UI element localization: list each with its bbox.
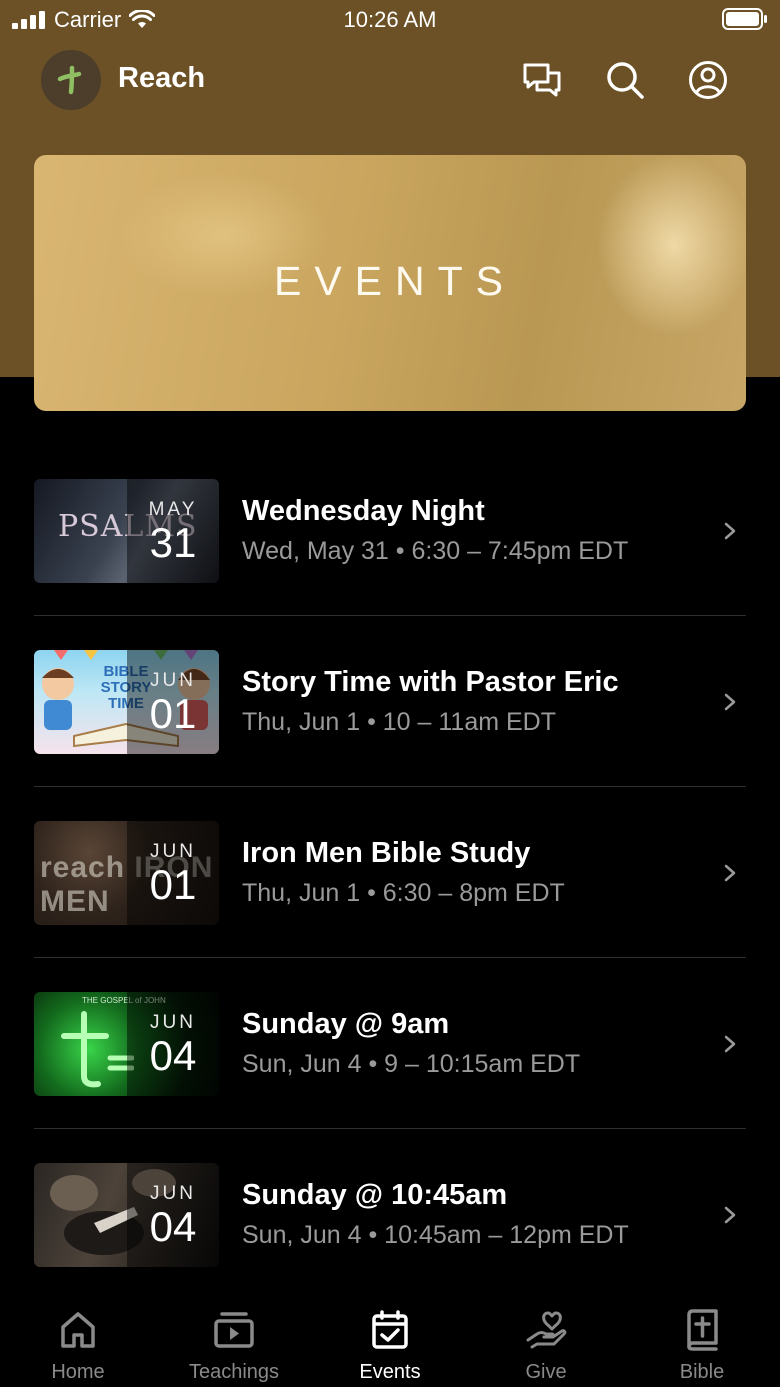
calendar-icon [368, 1308, 412, 1352]
play-icon [212, 1308, 256, 1352]
event-thumbnail: BIBLE STORY TIME JUN 01 [34, 650, 219, 754]
event-title: Iron Men Bible Study [242, 837, 531, 869]
home-icon [56, 1308, 100, 1352]
event-date-badge: JUN 01 [127, 650, 219, 754]
event-datetime: Wed, May 31 • 6:30 – 7:45pm EDT [242, 537, 629, 565]
account-icon[interactable] [686, 58, 730, 102]
event-day: 01 [149, 690, 197, 737]
event-row-sunday-1045am[interactable]: JUN 04 Sunday @ 10:45am Sun, Jun 4 • 10:… [34, 1129, 746, 1300]
banner-title: EVENTS [273, 258, 517, 304]
event-month: JUN [150, 670, 196, 691]
reach-logo[interactable] [41, 50, 101, 110]
bible-icon [680, 1308, 724, 1352]
event-month: MAY [148, 499, 198, 520]
tab-label: Home [51, 1361, 105, 1383]
event-title: Wednesday Night [242, 495, 485, 527]
tab-teachings[interactable]: Teachings [156, 1290, 312, 1387]
event-title: Sunday @ 9am [242, 1008, 450, 1040]
event-date-badge: JUN 04 [127, 992, 219, 1096]
battery-icon [722, 8, 768, 35]
chat-icon[interactable] [520, 58, 564, 102]
event-datetime: Thu, Jun 1 • 10 – 11am EDT [242, 708, 557, 736]
tab-events[interactable]: Events [312, 1290, 468, 1387]
chevron-right-icon [724, 1035, 736, 1053]
event-row-iron-men[interactable]: reach IRON MEN JUN 01 Iron Men Bible Stu… [34, 787, 746, 958]
event-thumbnail: reach IRON MEN JUN 01 [34, 821, 219, 925]
status-bar: Carrier 10:26 AM [0, 0, 780, 40]
chevron-right-icon [724, 693, 736, 711]
event-row-sunday-9am[interactable]: THE GOSPEL of JOHN JUN 04 Sunday @ 9am S… [34, 958, 746, 1129]
event-thumbnail: PSALMS MAY 31 [34, 479, 219, 583]
chevron-right-icon [724, 1206, 736, 1224]
event-day: 31 [149, 519, 197, 566]
give-icon [524, 1308, 568, 1352]
status-time: 10:26 AM [343, 7, 437, 32]
event-thumbnail: THE GOSPEL of JOHN JUN 04 [34, 992, 219, 1096]
event-day: 01 [149, 861, 197, 908]
tab-label: Events [359, 1361, 421, 1383]
event-datetime: Thu, Jun 1 • 6:30 – 8pm EDT [242, 879, 565, 907]
event-date-badge: JUN 04 [127, 1163, 219, 1267]
search-icon[interactable] [603, 58, 647, 102]
tab-bar: Home Teachings Events Give Bible [0, 1290, 780, 1387]
app-header: Reach [0, 48, 780, 112]
tab-home[interactable]: Home [0, 1290, 156, 1387]
event-month: JUN [150, 1183, 196, 1204]
chevron-right-icon [724, 522, 736, 540]
logo-icon [57, 65, 82, 95]
tab-label: Give [525, 1361, 567, 1383]
events-banner: EVENTS [34, 155, 746, 411]
event-date-badge: JUN 01 [127, 821, 219, 925]
event-day: 04 [149, 1203, 197, 1250]
event-month: JUN [150, 841, 196, 862]
chevron-right-icon [724, 864, 736, 882]
app-title: Reach [118, 62, 206, 94]
event-month: JUN [150, 1012, 196, 1033]
event-datetime: Sun, Jun 4 • 10:45am – 12pm EDT [242, 1221, 629, 1249]
event-row-wednesday-night[interactable]: PSALMS MAY 31 Wednesday Night Wed, May 3… [34, 445, 746, 616]
event-thumbnail: JUN 04 [34, 1163, 219, 1267]
event-title: Sunday @ 10:45am [242, 1179, 508, 1211]
event-date-badge: MAY 31 [127, 479, 219, 583]
tab-label: Bible [679, 1361, 725, 1383]
event-day: 04 [149, 1032, 197, 1079]
events-list: PSALMS MAY 31 Wednesday Night Wed, May 3… [34, 445, 746, 1300]
tab-give[interactable]: Give [468, 1290, 624, 1387]
tab-label: Teachings [188, 1361, 280, 1383]
neon-cross-icon [61, 1011, 134, 1088]
event-datetime: Sun, Jun 4 • 9 – 10:15am EDT [242, 1050, 581, 1078]
event-row-story-time[interactable]: BIBLE STORY TIME JUN 01 Story Time with … [34, 616, 746, 787]
event-title: Story Time with Pastor Eric [242, 666, 619, 698]
tab-bible[interactable]: Bible [624, 1290, 780, 1387]
